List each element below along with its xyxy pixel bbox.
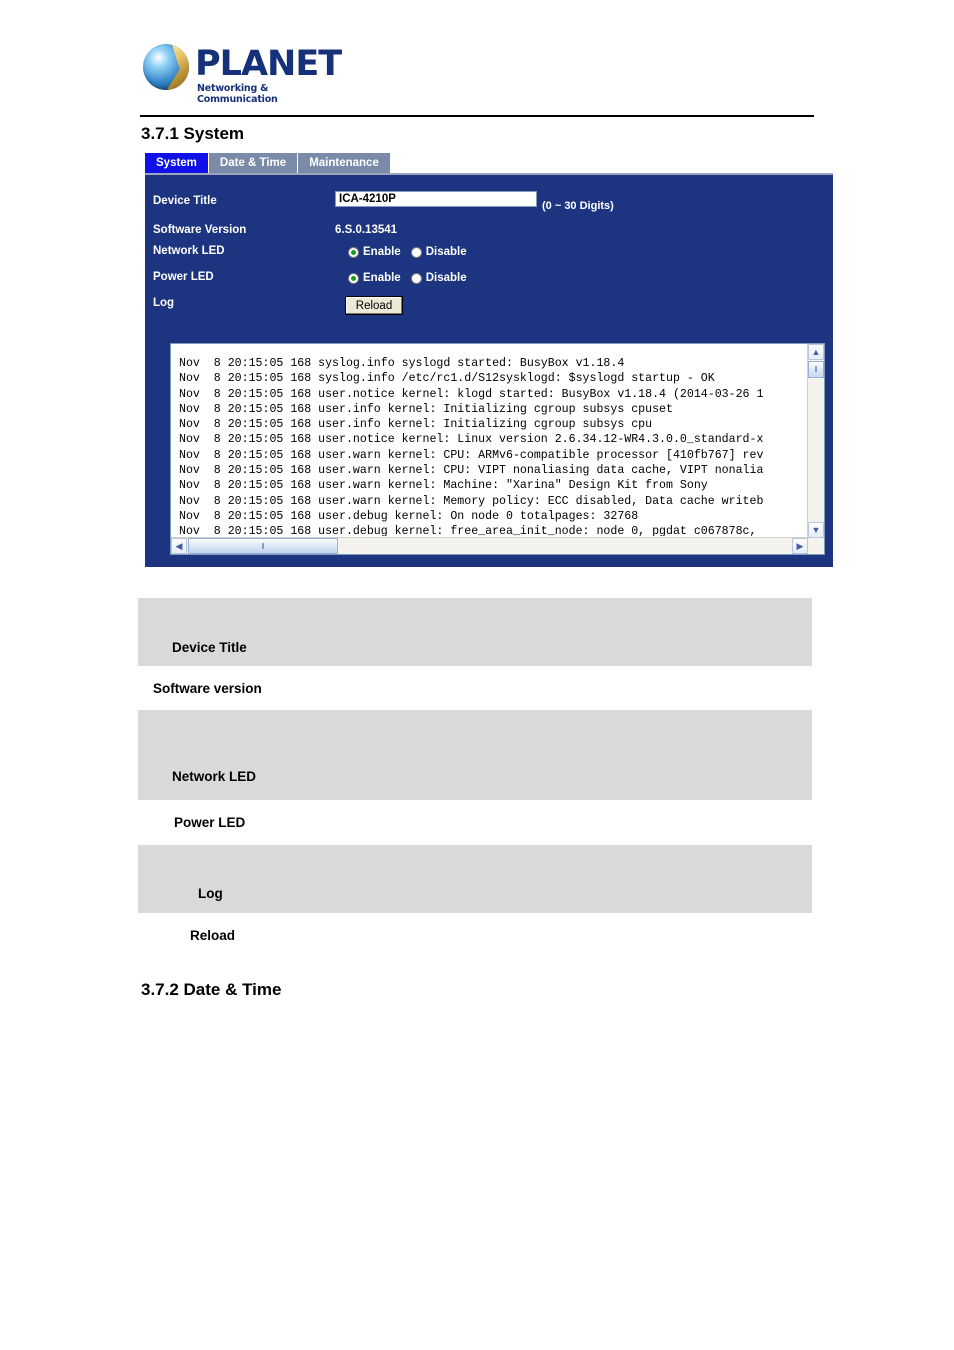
scroll-right-icon[interactable]: ▶ — [792, 538, 808, 554]
table-row: Network LED — [138, 710, 812, 800]
tab-system[interactable]: System — [145, 153, 209, 173]
planet-globe-icon — [143, 44, 189, 90]
page-title-system: 3.7.1 System — [141, 124, 245, 143]
system-settings-panel: Device Title (0 ~ 30 Digits) Software Ve… — [145, 173, 833, 567]
power-led-enable-radio[interactable] — [348, 272, 359, 284]
field-description-table: Device Title Software version Network LED P… — [138, 598, 812, 957]
power-led-disable-radio[interactable] — [410, 272, 422, 284]
device-title-input[interactable] — [335, 191, 537, 207]
table-row: Power LED — [138, 800, 812, 845]
table-row-label: Reload — [190, 927, 236, 943]
header-divider — [140, 115, 814, 117]
network-led-radio-group: Enable Disable — [348, 246, 473, 258]
page-title-date-time: 3.7.2 Date & Time — [141, 980, 282, 999]
table-row-label: Device Title — [172, 639, 247, 655]
logo-wordmark: PLANET — [195, 44, 342, 84]
network-led-enable-label: Enable — [363, 246, 401, 258]
scroll-up-icon[interactable]: ▲ — [808, 344, 824, 360]
table-row: Device Title — [138, 598, 812, 666]
power-led-disable-label: Disable — [425, 272, 467, 284]
network-led-label: Network LED — [153, 245, 225, 257]
table-row-label: Log — [198, 885, 223, 901]
tab-maintenance[interactable]: Maintenance — [298, 153, 391, 173]
tab-bar: System Date & Time Maintenance — [145, 153, 391, 173]
log-horizontal-scroll-thumb[interactable]: ‖ — [188, 538, 338, 554]
reload-button[interactable]: Reload — [345, 296, 403, 315]
table-row-label: Network LED — [172, 768, 257, 784]
power-led-enable-label: Enable — [363, 272, 401, 284]
power-led-radio-group: Enable Disable — [348, 272, 473, 284]
logo-tagline: Networking & Communication — [197, 83, 278, 105]
table-row: Software version — [138, 666, 812, 710]
power-led-label: Power LED — [153, 271, 214, 283]
scroll-down-icon[interactable]: ▼ — [808, 522, 824, 538]
network-led-enable-radio[interactable] — [348, 246, 359, 258]
log-horizontal-scrollbar[interactable]: ◀ ‖ ▶ — [171, 537, 808, 554]
table-row-label: Power LED — [174, 815, 246, 830]
network-led-disable-radio[interactable] — [410, 246, 422, 258]
network-led-disable-label: Disable — [425, 246, 467, 258]
scrollbar-corner — [808, 538, 824, 554]
device-title-label: Device Title — [153, 195, 217, 207]
system-log-viewer[interactable]: Nov 8 20:15:05 168 syslog.info syslogd s… — [170, 343, 825, 555]
tab-date-time[interactable]: Date & Time — [208, 153, 299, 173]
table-row: Log — [138, 845, 812, 913]
table-row: Reload — [138, 913, 812, 957]
table-row-label: Software version — [153, 680, 262, 696]
device-title-hint: (0 ~ 30 Digits) — [542, 200, 614, 212]
log-vertical-scroll-thumb[interactable]: ‖ — [808, 361, 824, 378]
scroll-left-icon[interactable]: ◀ — [171, 538, 187, 554]
system-log-text: Nov 8 20:15:05 168 syslog.info syslogd s… — [179, 357, 764, 536]
software-version-label: Software Version — [153, 224, 247, 236]
planet-logo: PLANET Networking & Communication — [143, 42, 343, 105]
log-vertical-scrollbar[interactable]: ▲ ‖ ▼ — [807, 344, 824, 538]
software-version-value: 6.S.0.13541 — [335, 224, 398, 236]
log-label: Log — [153, 297, 175, 309]
